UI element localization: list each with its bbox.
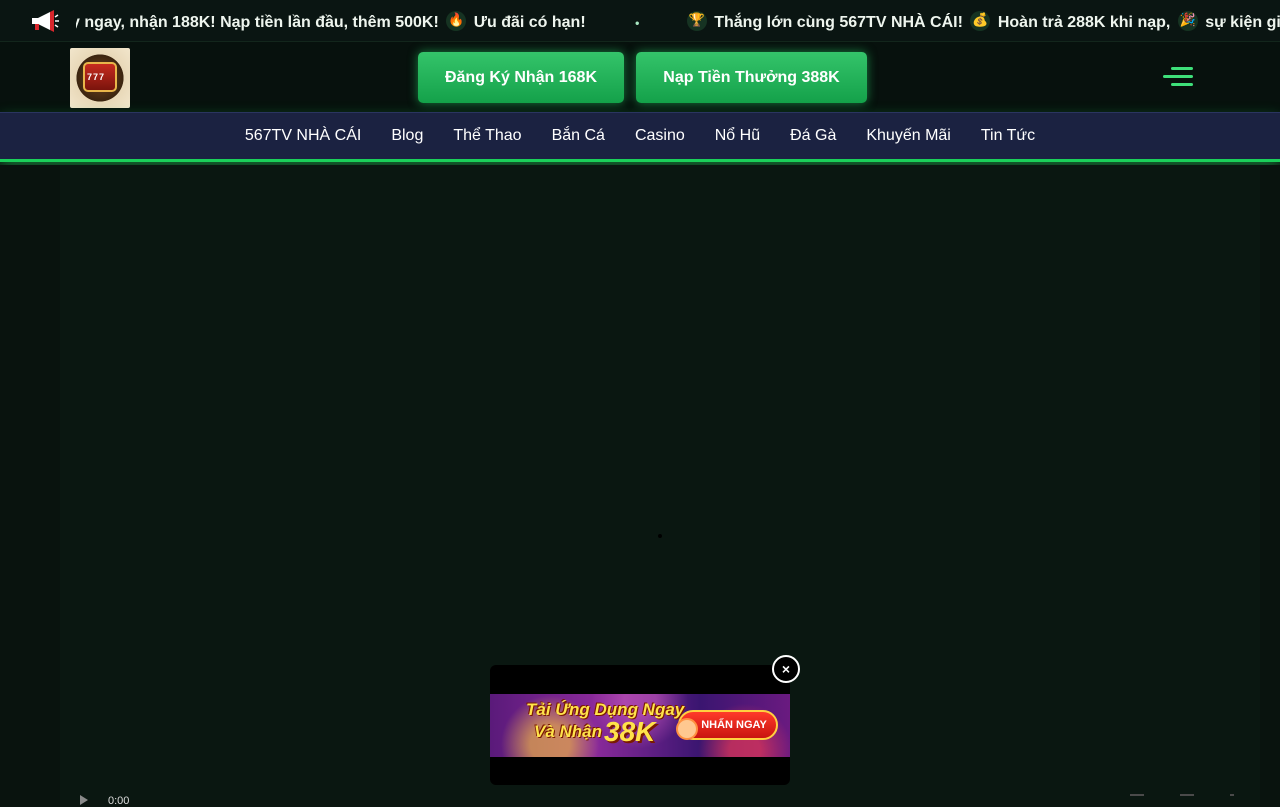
site-header: Đăng Ký Nhận 168K Nạp Tiền Thưởng 388K — [0, 42, 1280, 112]
nav-item-sports[interactable]: Thể Thao — [438, 127, 536, 145]
ticker-segment: sự kiện gió — [1205, 14, 1280, 31]
app-download-banner[interactable]: Tải Ứng Dụng Ngay Và Nhận 38K NHẤN NGAY — [490, 694, 790, 757]
nav-item-promotions[interactable]: Khuyến Mãi — [851, 127, 966, 145]
ticker-separator: • — [635, 16, 640, 30]
deposit-button[interactable]: Nạp Tiền Thưởng 388K — [636, 52, 867, 103]
play-icon[interactable] — [80, 795, 88, 805]
nav-item-cockfight[interactable]: Đá Gà — [775, 127, 851, 145]
page-gutter-right — [1260, 165, 1280, 800]
hamburger-menu-icon[interactable] — [1160, 62, 1196, 92]
main-nav: 567TV NHÀ CÁI Blog Thể Thao Bắn Cá Casin… — [0, 112, 1280, 162]
close-icon[interactable]: × — [772, 655, 800, 683]
nav-item-news[interactable]: Tin Tức — [966, 127, 1050, 145]
megaphone-icon — [14, 6, 74, 36]
more-options-icon[interactable] — [1230, 794, 1234, 800]
ticker-segment: Hoàn trả 288K khi nạp, — [997, 14, 1171, 31]
nav-item-home[interactable]: 567TV NHÀ CÁI — [230, 127, 376, 145]
page-gutter-left — [0, 165, 60, 800]
video-controls: 0:00 — [60, 786, 1260, 807]
ticker-segment: y ngay, nhận 188K! Nạp tiền lần đầu, thê… — [76, 14, 439, 31]
video-time: 0:00 — [108, 795, 130, 807]
pointing-hand-icon — [676, 718, 698, 740]
banner-amount: 38K — [604, 716, 656, 747]
fire-icon: 🔥 — [446, 11, 467, 31]
slot-machine-icon — [83, 62, 117, 92]
announcement-ticker: y ngay, nhận 188K! Nạp tiền lần đầu, thê… — [0, 0, 1280, 42]
ticker-segment: Thắng lớn cùng 567TV NHÀ CÁI! — [714, 14, 963, 31]
party-popper-icon: 🎉 — [1177, 11, 1198, 31]
nav-item-slots[interactable]: Nổ Hũ — [700, 127, 775, 145]
register-button[interactable]: Đăng Ký Nhận 168K — [418, 52, 624, 103]
nav-item-fishing[interactable]: Bắn Cá — [537, 127, 620, 145]
volume-icon[interactable] — [1130, 794, 1144, 800]
banner-subline: Và Nhận — [534, 722, 603, 741]
nav-item-blog[interactable]: Blog — [376, 127, 438, 145]
money-bag-icon: 💰 — [970, 11, 991, 31]
promo-popup: Tải Ứng Dụng Ngay Và Nhận 38K NHẤN NGAY — [490, 665, 790, 785]
ticker-text: y ngay, nhận 188K! Nạp tiền lần đầu, thê… — [76, 11, 1280, 32]
loading-indicator — [658, 534, 662, 538]
ticker-track: y ngay, nhận 188K! Nạp tiền lần đầu, thê… — [76, 0, 1280, 41]
trophy-icon: 🏆 — [686, 11, 707, 31]
ticker-segment: Ưu đãi có hạn! — [473, 14, 586, 31]
site-logo[interactable] — [70, 48, 130, 108]
fullscreen-icon[interactable] — [1180, 794, 1194, 800]
nav-item-casino[interactable]: Casino — [620, 127, 700, 145]
